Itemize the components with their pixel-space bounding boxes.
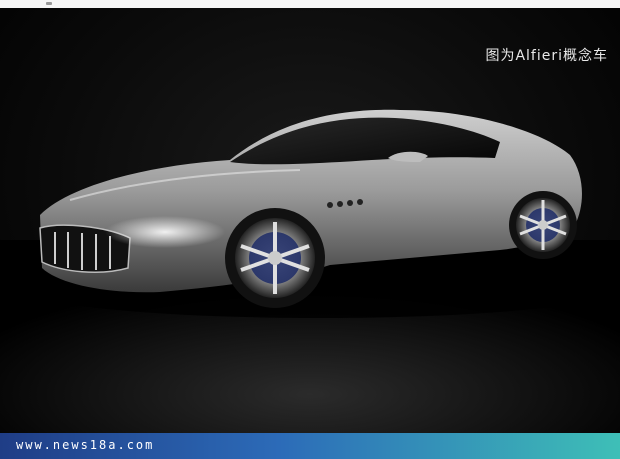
- footer-url[interactable]: www.news18a.com: [16, 438, 154, 452]
- photo-frame: 图为Alfieri概念车 www.news18a.com: [0, 0, 620, 459]
- headlight-glow: [105, 216, 225, 248]
- car-illustration: [0, 109, 620, 433]
- rear-wheel: [509, 191, 577, 259]
- top-strip-mark: [46, 2, 52, 5]
- car-photo: 图为Alfieri概念车: [0, 8, 620, 433]
- top-strip: [0, 0, 620, 8]
- photo-caption: 图为Alfieri概念车: [485, 48, 608, 64]
- footer-bar: www.news18a.com: [0, 433, 620, 459]
- front-wheel: [225, 208, 325, 308]
